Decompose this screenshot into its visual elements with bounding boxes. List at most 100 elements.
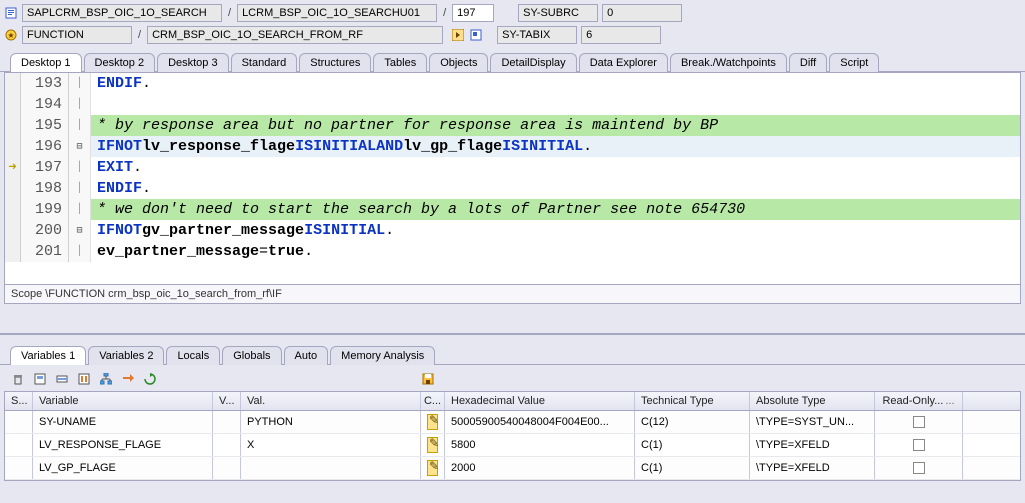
nav-back-icon[interactable] — [451, 28, 465, 42]
breakpoint-gutter[interactable] — [5, 241, 21, 262]
col-vtype[interactable]: V... — [213, 392, 241, 410]
breakpoint-gutter[interactable] — [5, 178, 21, 199]
line-number: 200 — [21, 220, 69, 241]
code-text[interactable]: EXIT. — [91, 157, 1020, 178]
cell-value[interactable]: X — [241, 434, 421, 456]
row-select[interactable] — [5, 457, 33, 479]
code-editor[interactable]: 193│ ENDIF.194│195│* by response area bu… — [4, 72, 1021, 285]
sy-tabix-value: 6 — [581, 26, 661, 44]
exchange-icon[interactable] — [120, 371, 136, 387]
sep-slash-1: / — [226, 7, 233, 19]
code-text[interactable]: ev_partner_message = true. — [91, 241, 1020, 262]
insert-row-icon[interactable] — [54, 371, 70, 387]
variable-row[interactable]: LV_RESPONSE_FLAGEX5800C(1)\TYPE=XFELD — [5, 434, 1020, 457]
code-line-194[interactable]: 194│ — [5, 94, 1020, 115]
pencil-icon[interactable] — [427, 460, 438, 476]
code-line-196[interactable]: 196⊟ IF NOT lv_response_flage IS INITIAL… — [5, 136, 1020, 157]
code-line-197[interactable]: ➜197│ EXIT. — [5, 157, 1020, 178]
cell-variable[interactable]: LV_RESPONSE_FLAGE — [33, 434, 213, 456]
variables-pane: Variables 1Variables 2LocalsGlobalsAutoM… — [0, 333, 1025, 503]
code-text[interactable]: IF NOT gv_partner_message IS INITIAL. — [91, 220, 1020, 241]
code-text[interactable]: IF NOT lv_response_flage IS INITIAL AND … — [91, 136, 1020, 157]
code-text[interactable]: * we don't need to start the search by a… — [91, 199, 1020, 220]
fold-gutter[interactable]: ⊟ — [69, 136, 91, 157]
lower-tab-variables-1[interactable]: Variables 1 — [10, 346, 86, 365]
col-hex[interactable]: Hexadecimal Value — [445, 392, 635, 410]
breakpoint-gutter[interactable] — [5, 115, 21, 136]
code-line-193[interactable]: 193│ ENDIF. — [5, 73, 1020, 94]
breakpoint-gutter[interactable] — [5, 73, 21, 94]
code-line-198[interactable]: 198│ ENDIF. — [5, 178, 1020, 199]
main-tab-desktop-2[interactable]: Desktop 2 — [84, 53, 156, 72]
cell-variable[interactable]: SY-UNAME — [33, 411, 213, 433]
code-line-201[interactable]: 201│ ev_partner_message = true. — [5, 241, 1020, 262]
code-text[interactable]: ENDIF. — [91, 73, 1020, 94]
cell-readonly — [875, 457, 963, 479]
hierarchy-icon[interactable] — [98, 371, 114, 387]
main-tab-tables[interactable]: Tables — [373, 53, 427, 72]
col-select[interactable]: S... — [5, 392, 33, 410]
breakpoint-gutter[interactable] — [5, 220, 21, 241]
svg-text:★: ★ — [7, 31, 14, 40]
cell-value[interactable]: PYTHON — [241, 411, 421, 433]
main-tab-break-watchpoints[interactable]: Break./Watchpoints — [670, 53, 787, 72]
display-object-icon[interactable] — [469, 28, 483, 42]
save-icon[interactable] — [420, 371, 436, 387]
main-tab-objects[interactable]: Objects — [429, 53, 488, 72]
cell-change[interactable] — [421, 411, 445, 433]
col-value[interactable]: Val. — [241, 392, 421, 410]
breakpoint-gutter[interactable] — [5, 199, 21, 220]
lower-tab-auto[interactable]: Auto — [284, 346, 329, 365]
top-info-area: SAPLCRM_BSP_OIC_1O_SEARCH / LCRM_BSP_OIC… — [0, 0, 1025, 46]
cell-change[interactable] — [421, 457, 445, 479]
main-tab-detaildisplay[interactable]: DetailDisplay — [490, 53, 576, 72]
variable-row[interactable]: SY-UNAMEPYTHON50005900540048004F004E00..… — [5, 411, 1020, 434]
main-tab-standard[interactable]: Standard — [231, 53, 298, 72]
cell-vtype — [213, 457, 241, 479]
cell-variable[interactable]: LV_GP_FLAGE — [33, 457, 213, 479]
row-select[interactable] — [5, 411, 33, 433]
pencil-icon[interactable] — [427, 414, 438, 430]
breakpoint-gutter[interactable] — [5, 94, 21, 115]
refresh-icon[interactable] — [142, 371, 158, 387]
main-tab-desktop-1[interactable]: Desktop 1 — [10, 53, 82, 72]
breakpoint-gutter[interactable] — [5, 136, 21, 157]
delete-icon[interactable] — [10, 371, 26, 387]
col-change[interactable]: C... — [421, 392, 445, 410]
breakpoint-gutter[interactable]: ➜ — [5, 157, 21, 178]
main-tab-diff[interactable]: Diff — [789, 53, 827, 72]
code-text[interactable]: * by response area but no partner for re… — [91, 115, 1020, 136]
code-line-195[interactable]: 195│* by response area but no partner fo… — [5, 115, 1020, 136]
cell-vtype — [213, 411, 241, 433]
cell-value[interactable] — [241, 457, 421, 479]
main-tab-structures[interactable]: Structures — [299, 53, 371, 72]
object-type-field: FUNCTION — [22, 26, 132, 44]
main-tab-script[interactable]: Script — [829, 53, 879, 72]
lower-tab-locals[interactable]: Locals — [166, 346, 220, 365]
lower-tab-globals[interactable]: Globals — [222, 346, 281, 365]
save-layout-icon[interactable] — [32, 371, 48, 387]
code-line-199[interactable]: 199│* we don't need to start the search … — [5, 199, 1020, 220]
row-select[interactable] — [5, 434, 33, 456]
fold-gutter: │ — [69, 94, 91, 115]
pencil-icon[interactable] — [427, 437, 438, 453]
variable-row[interactable]: LV_GP_FLAGE2000C(1)\TYPE=XFELD — [5, 457, 1020, 480]
line-field[interactable]: 197 — [452, 4, 494, 22]
lower-tab-variables-2[interactable]: Variables 2 — [88, 346, 164, 365]
fold-gutter: │ — [69, 199, 91, 220]
col-techtype[interactable]: Technical Type — [635, 392, 750, 410]
sy-subrc-label: SY-SUBRC — [518, 4, 598, 22]
lower-tab-memory-analysis[interactable]: Memory Analysis — [330, 346, 435, 365]
col-abstype[interactable]: Absolute Type — [750, 392, 875, 410]
code-text[interactable]: ENDIF. — [91, 178, 1020, 199]
main-tab-desktop-3[interactable]: Desktop 3 — [157, 53, 229, 72]
code-text[interactable] — [91, 94, 1020, 115]
col-variable[interactable]: Variable — [33, 392, 213, 410]
fold-gutter: │ — [69, 241, 91, 262]
main-tab-data-explorer[interactable]: Data Explorer — [579, 53, 668, 72]
col-readonly[interactable]: Read-Only... — [875, 392, 963, 410]
code-line-200[interactable]: 200⊟ IF NOT gv_partner_message IS INITIA… — [5, 220, 1020, 241]
details-icon[interactable] — [76, 371, 92, 387]
fold-gutter[interactable]: ⊟ — [69, 220, 91, 241]
cell-change[interactable] — [421, 434, 445, 456]
